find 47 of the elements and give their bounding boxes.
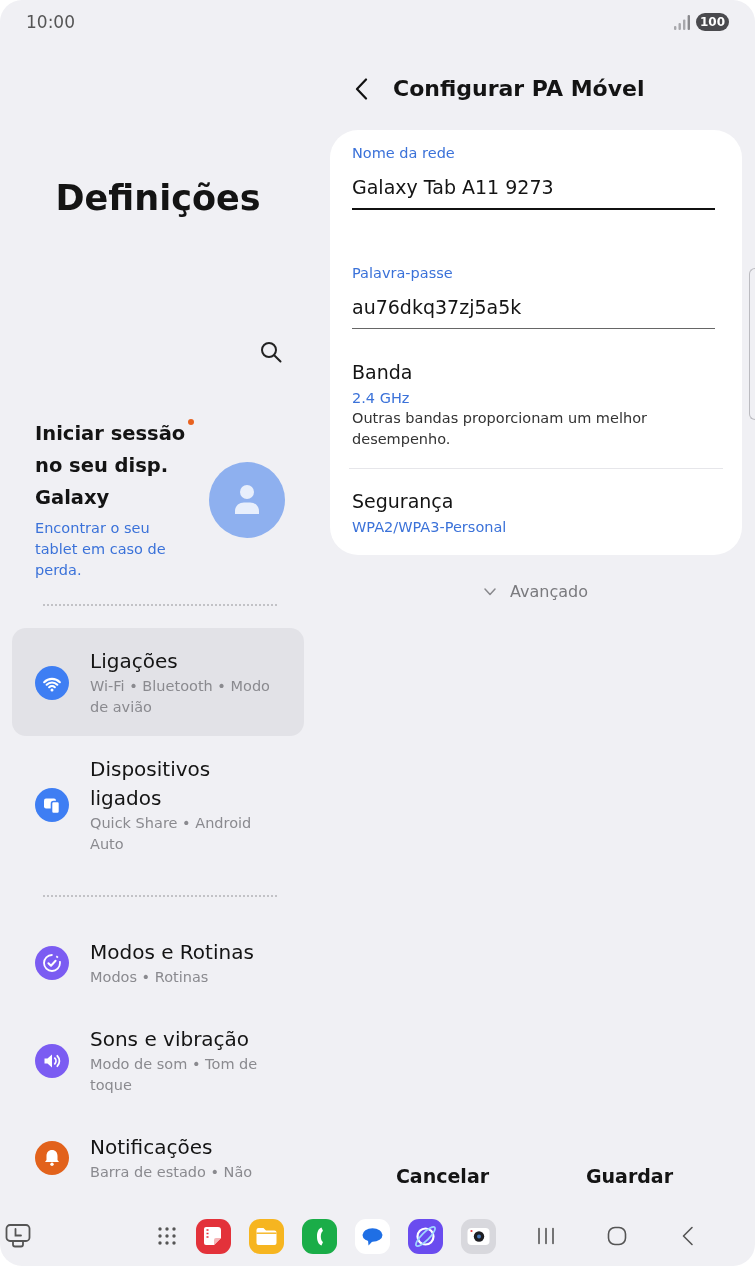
- home-icon[interactable]: [607, 1226, 627, 1246]
- back-icon[interactable]: [354, 78, 368, 100]
- setting-value: 2.4 GHz: [352, 389, 411, 407]
- search-icon[interactable]: [260, 341, 282, 363]
- text-field[interactable]: Galaxy Tab A11 9273: [352, 174, 715, 210]
- menu-item[interactable]: Ligações Wi-Fi • Bluetooth • Modo de avião: [12, 628, 304, 736]
- setting-note: Outras bandas proporcionam um melhor desempenho.: [352, 409, 648, 449]
- menu-item[interactable]: Sons e vibração Modo de som • Tom de toque: [12, 1006, 304, 1114]
- item-subtitle: Barra de estado • Não: [90, 1163, 254, 1182]
- item-subtitle: Modos • Rotinas: [90, 968, 210, 987]
- save-button[interactable]: Guardar: [536, 1159, 723, 1193]
- item-subtitle: Wi-Fi • Bluetooth • Modo de avião: [90, 677, 271, 717]
- apps-grid-icon[interactable]: [157, 1226, 177, 1246]
- setting-title[interactable]: Banda: [352, 359, 715, 385]
- item-title: Dispositivos ligados: [90, 756, 212, 812]
- field-label: Nome da rede: [352, 144, 456, 162]
- message-app-icon[interactable]: [355, 1218, 390, 1254]
- field-label: Palavra-passe: [352, 264, 454, 282]
- item-title: Notificações: [90, 1134, 214, 1161]
- setting-title[interactable]: Segurança: [352, 488, 715, 514]
- item-title: Sons e vibração: [90, 1026, 251, 1053]
- advanced-toggle[interactable]: Avançado: [484, 582, 588, 602]
- cancel-button[interactable]: Cancelar: [349, 1159, 536, 1193]
- item-subtitle: Quick Share • Android Auto: [90, 814, 253, 854]
- page-title: Definições: [54, 177, 262, 219]
- planet-app-icon[interactable]: [408, 1218, 443, 1254]
- setting-value: WPA2/WPA3-Personal: [352, 518, 508, 536]
- menu-item[interactable]: Notificações Barra de estado • Não: [12, 1114, 304, 1201]
- screen-clock-icon[interactable]: [5, 1223, 31, 1249]
- notes-app-icon[interactable]: [196, 1218, 231, 1254]
- camera-app-icon[interactable]: [461, 1218, 496, 1254]
- battery-badge: 100: [695, 13, 729, 31]
- signal-icon: [673, 14, 690, 30]
- item-title: Ligações: [90, 648, 179, 675]
- status-time: 10:00: [26, 12, 75, 32]
- item-subtitle: Modo de som • Tom de toque: [90, 1055, 259, 1095]
- account-subtitle: Encontrar o seu tablet em caso de perda.: [35, 519, 167, 580]
- recents-icon[interactable]: [536, 1226, 556, 1246]
- menu-item[interactable]: Modos e Rotinas Modos • Rotinas: [12, 919, 304, 1006]
- text-field[interactable]: au76dkq37zj5a5k: [352, 294, 715, 329]
- account-title[interactable]: Iniciar sessão no seu disp. Galaxy: [35, 418, 190, 514]
- back-nav-icon[interactable]: [681, 1226, 694, 1246]
- phone-app-icon[interactable]: [302, 1218, 337, 1254]
- menu-item[interactable]: Dispositivos ligados Quick Share • Android Auto: [12, 736, 304, 873]
- screen-title: Configurar PA Móvel: [393, 75, 645, 103]
- chevron-icon: [484, 588, 496, 596]
- item-title: Modos e Rotinas: [90, 939, 255, 966]
